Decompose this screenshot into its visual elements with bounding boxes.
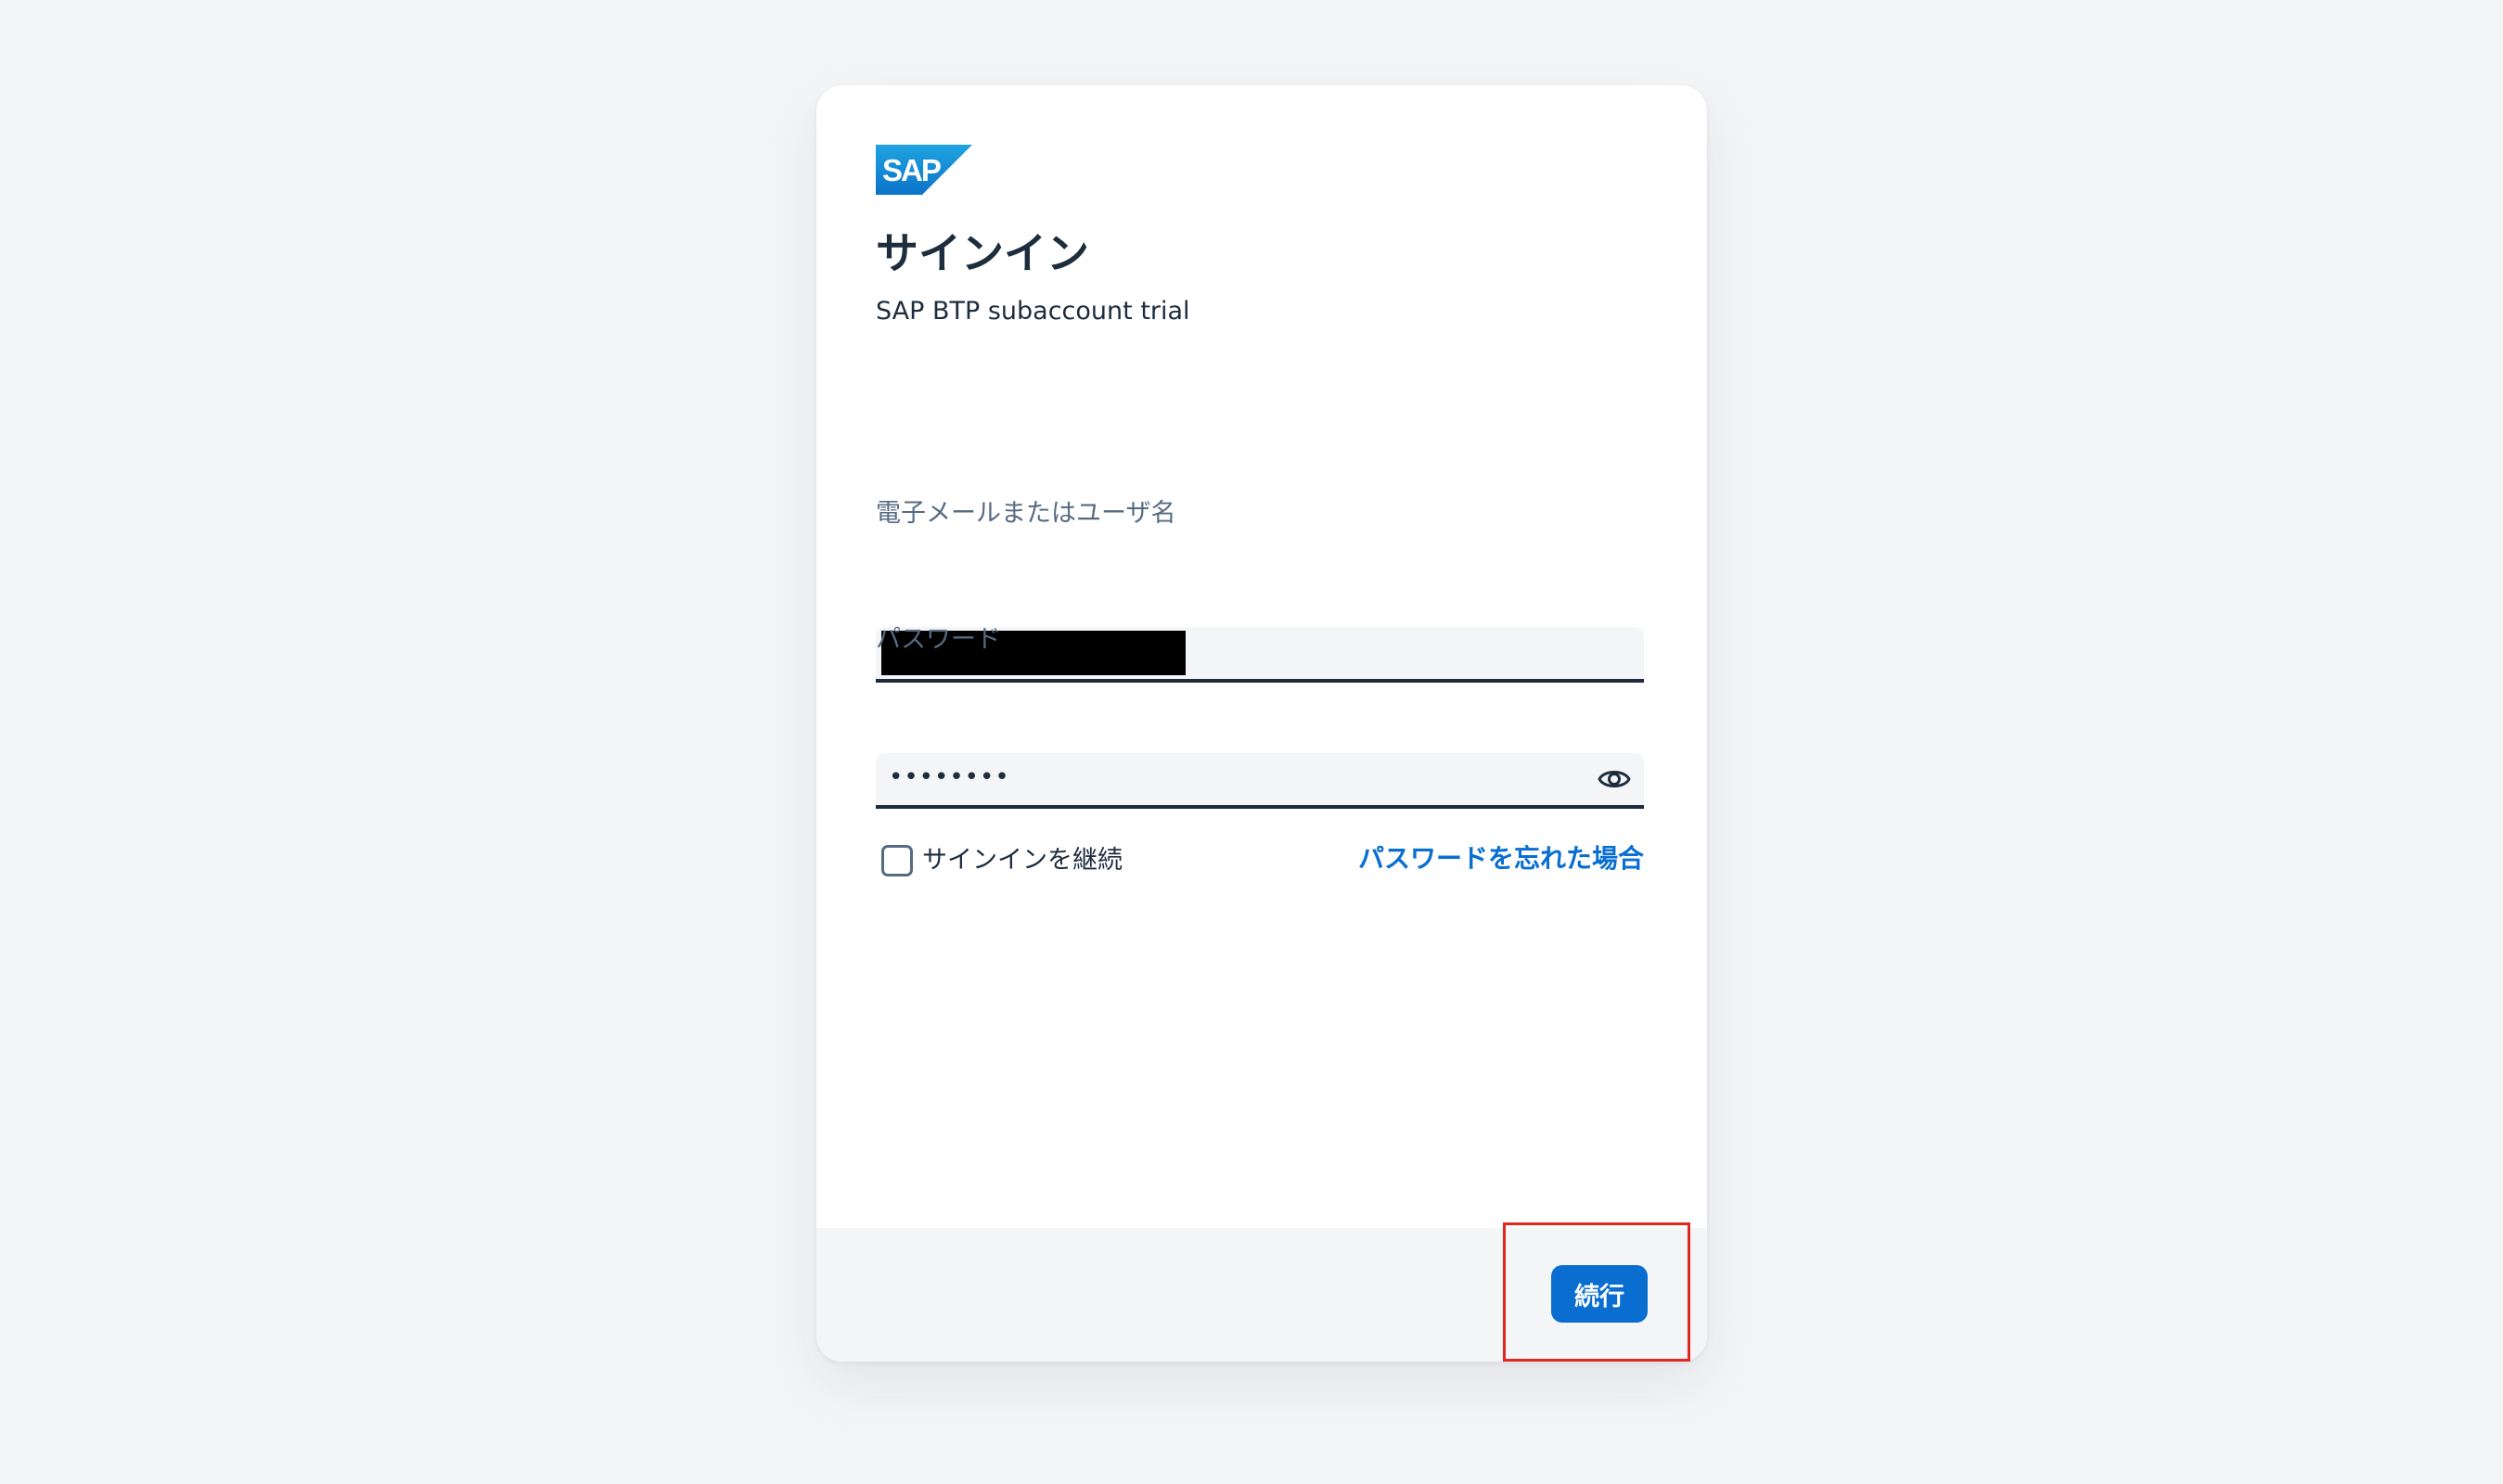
page-subtitle: SAP BTP subaccount trial xyxy=(876,297,1190,326)
svg-text:SAP: SAP xyxy=(882,153,941,187)
password-input[interactable]: •••••••• xyxy=(876,753,1644,809)
remember-me-checkbox[interactable]: サインインを継続 xyxy=(881,844,1123,876)
remember-me-label: サインインを継続 xyxy=(922,846,1123,875)
password-value: •••••••• xyxy=(889,763,1010,791)
card-footer: 続行 xyxy=(816,1228,1707,1362)
eye-icon[interactable] xyxy=(1598,764,1631,794)
password-label: パスワード xyxy=(876,625,1001,654)
continue-button[interactable]: 続行 xyxy=(1551,1265,1648,1323)
sign-in-card: SAP サインイン SAP BTP subaccount trial 電子メール… xyxy=(816,85,1707,1362)
page-title: サインイン xyxy=(876,228,1089,278)
email-label: 電子メールまたはユーザ名 xyxy=(876,499,1176,528)
sap-logo: SAP xyxy=(876,145,972,195)
forgot-password-link[interactable]: パスワードを忘れた場合 xyxy=(1358,842,1644,876)
checkbox-box[interactable] xyxy=(881,844,913,876)
